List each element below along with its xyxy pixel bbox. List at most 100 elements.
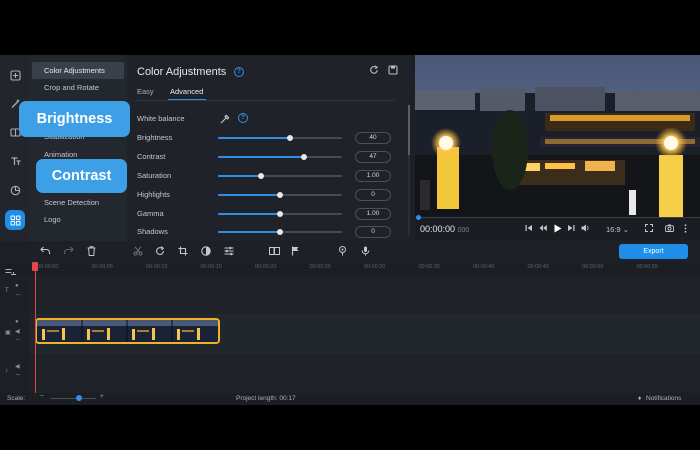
cut-icon[interactable] — [133, 246, 143, 259]
audio-track[interactable] — [30, 355, 700, 393]
saturation-slider[interactable] — [218, 173, 342, 179]
eyedropper-icon[interactable] — [219, 112, 230, 130]
tool-item-color-adjustments[interactable]: Color Adjustments — [32, 62, 124, 79]
contrast-label: Contrast — [137, 152, 166, 161]
shadows-value-field[interactable]: 0 — [355, 226, 391, 238]
video-mute-icon[interactable]: ◀ — [15, 328, 20, 335]
clip-properties-icon[interactable] — [224, 246, 234, 259]
previous-frame-icon[interactable] — [525, 224, 533, 234]
shadows-slider-fill — [218, 231, 280, 233]
project-length: Project length: 00:17 — [236, 395, 296, 402]
eye-icon[interactable]: ● — [15, 283, 19, 289]
snapshot-icon[interactable] — [665, 224, 674, 234]
gamma-slider[interactable] — [218, 211, 342, 217]
audio-volume-icon[interactable]: ◀ — [15, 363, 20, 370]
zoom-in-icon[interactable]: + — [100, 393, 104, 400]
import-icon[interactable] — [5, 65, 25, 85]
brightness-callout: Brightness — [19, 101, 130, 137]
export-button[interactable]: Export — [619, 244, 688, 259]
contrast-value-field[interactable]: 47 — [355, 151, 391, 163]
video-track-header: ▣ ● ◀ ⇔ — [0, 314, 30, 354]
current-time: 00:00:00 000 — [420, 224, 469, 234]
scale-slider-knob[interactable] — [76, 395, 82, 401]
rotate-icon[interactable] — [155, 246, 165, 259]
titles-icon[interactable] — [5, 151, 25, 171]
voiceover-icon[interactable] — [338, 246, 347, 259]
undo-icon[interactable] — [40, 246, 51, 258]
video-lock-icon[interactable]: ⇔ — [15, 337, 21, 343]
rewind-icon[interactable] — [539, 224, 547, 234]
tool-item-logo[interactable]: Logo — [32, 211, 124, 228]
preview-scrubber-knob[interactable] — [416, 215, 421, 220]
ruler-tick-label: 00:00:25 — [309, 264, 331, 270]
panel-scroll-thumb[interactable] — [408, 105, 410, 155]
microphone-icon[interactable] — [361, 246, 370, 259]
ruler-tick-label: 00:00:20 — [255, 264, 277, 270]
tool-item-scene-detection[interactable]: Scene Detection — [32, 194, 124, 211]
next-frame-icon[interactable] — [567, 224, 575, 234]
lock-icon[interactable]: ⇔ — [15, 292, 21, 298]
highlights-slider-knob[interactable] — [277, 192, 283, 198]
transitions-wizard-icon[interactable] — [269, 246, 280, 259]
gamma-value-field[interactable]: 1.00 — [355, 208, 391, 220]
notifications-link[interactable]: Notifications — [646, 395, 681, 402]
gamma-label: Gamma — [137, 209, 164, 218]
volume-icon[interactable] — [581, 224, 590, 234]
highlights-slider[interactable] — [218, 192, 342, 198]
tool-rail — [0, 55, 30, 241]
saturation-value-field[interactable]: 1.00 — [355, 170, 391, 182]
music-note-icon: ♪ — [5, 368, 8, 374]
white-balance-help-icon[interactable]: ? — [238, 113, 248, 123]
contrast-slider-fill — [218, 156, 304, 158]
gamma-slider-knob[interactable] — [277, 211, 283, 217]
video-clip[interactable] — [35, 318, 220, 344]
crop-icon[interactable] — [178, 246, 188, 259]
marker-flag-icon[interactable] — [291, 246, 300, 259]
contrast-slider[interactable] — [218, 154, 342, 160]
brightness-label: Brightness — [137, 133, 173, 142]
delete-icon[interactable] — [87, 246, 96, 259]
title-track[interactable] — [30, 275, 700, 313]
more-tools-icon[interactable] — [5, 210, 25, 230]
tab-advanced[interactable]: Advanced — [170, 87, 203, 96]
timeline-ruler[interactable]: 00:00:00 00:00:05 00:00:10 00:00:15 00:00:20… — [0, 262, 700, 277]
current-time-ms: 000 — [457, 227, 470, 234]
scale-label: Scale: — [7, 395, 26, 402]
tab-easy[interactable]: Easy — [137, 87, 154, 96]
color-adjustments-panel: Color Adjustments ? Easy Advanced White … — [127, 55, 410, 241]
ruler-tick-label: 00:00:35 — [418, 264, 440, 270]
saturation-label: Saturation — [137, 171, 172, 180]
shadows-slider-knob[interactable] — [277, 229, 283, 235]
zoom-out-icon[interactable]: − — [40, 393, 44, 400]
ruler-tick-label: 00:00:45 — [527, 264, 549, 270]
aspect-ratio-select[interactable]: 16:9 ⌄ — [606, 225, 629, 234]
highlights-value-field[interactable]: 0 — [355, 189, 391, 201]
save-icon[interactable] — [388, 65, 398, 78]
contrast-slider-knob[interactable] — [300, 154, 307, 160]
brightness-value-field[interactable]: 40 — [355, 132, 391, 144]
play-icon[interactable] — [553, 224, 562, 235]
brightness-slider-knob[interactable] — [286, 135, 293, 141]
audio-lock-icon[interactable]: ⇔ — [15, 372, 21, 378]
stickers-icon[interactable] — [5, 180, 25, 200]
color-adjust-icon[interactable] — [201, 246, 211, 259]
preview-scrubber[interactable] — [415, 217, 700, 218]
ruler-tick-label: 00:00:00 — [37, 264, 59, 270]
tab-active-indicator — [168, 99, 206, 100]
more-options-icon[interactable] — [684, 224, 687, 235]
shadows-slider[interactable] — [218, 229, 342, 235]
saturation-slider-knob[interactable] — [258, 173, 265, 179]
notifications-bell-icon[interactable]: ♦ — [638, 395, 641, 402]
redo-icon[interactable] — [63, 246, 74, 258]
video-eye-icon[interactable]: ● — [15, 319, 19, 325]
scale-slider[interactable] — [50, 398, 96, 399]
video-preview — [415, 55, 700, 217]
highlights-slider-fill — [218, 194, 280, 196]
tool-item-crop-and-rotate[interactable]: Crop and Rotate — [32, 79, 124, 96]
panel-scrollbar[interactable] — [408, 105, 410, 235]
ruler-tick-label: 00:00:40 — [473, 264, 495, 270]
help-icon[interactable]: ? — [234, 67, 244, 77]
brightness-slider[interactable] — [218, 135, 342, 141]
reset-icon[interactable] — [369, 65, 379, 78]
fullscreen-icon[interactable] — [645, 224, 653, 234]
